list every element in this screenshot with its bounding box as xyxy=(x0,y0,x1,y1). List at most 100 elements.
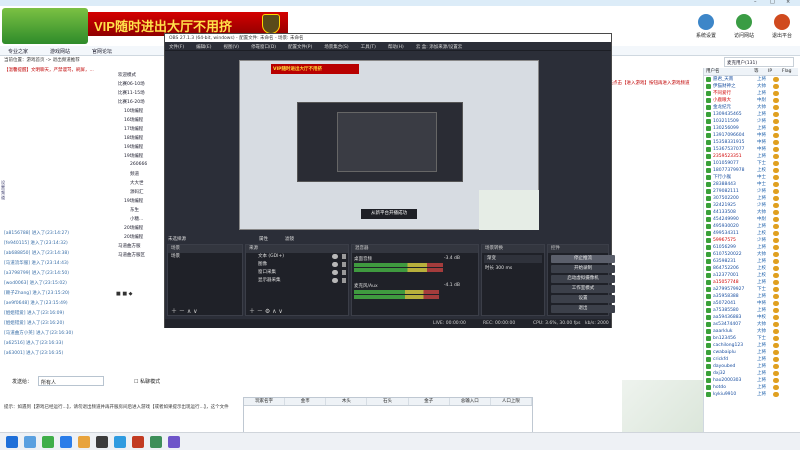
user-row[interactable]: 279082111 少将 xyxy=(704,188,798,195)
user-row[interactable]: bn123456 下士 xyxy=(704,335,798,342)
column-header[interactable]: 人口上限 xyxy=(491,398,532,405)
folder-icon[interactable] xyxy=(78,436,90,448)
tree-node[interactable]: 频道 xyxy=(130,171,139,177)
exit-platform-button[interactable]: 退出平台 xyxy=(768,14,796,39)
qq-icon[interactable] xyxy=(114,436,126,448)
user-row[interactable]: 1309435465 上将 xyxy=(704,111,798,118)
transition-select[interactable]: 渐变 xyxy=(484,255,542,263)
user-row[interactable]: 不同爱行 上将 xyxy=(704,90,798,97)
tree-node[interactable]: 17场编程 xyxy=(124,126,143,132)
windows-start-icon[interactable] xyxy=(6,436,18,448)
transition-duration[interactable]: 时长 300 ms xyxy=(482,265,544,273)
tree-node[interactable]: 源码汇 xyxy=(130,189,144,195)
menu-scene-collection[interactable]: 场景集合(S) xyxy=(324,44,348,50)
tree-node[interactable]: 马道曲方服 xyxy=(118,243,141,249)
tree-node[interactable]: 大大世 xyxy=(130,180,144,186)
column-header[interactable]: 金币 xyxy=(285,398,327,405)
source-item[interactable]: 窗口采集 xyxy=(246,269,348,277)
tree-node[interactable]: 18场编程 xyxy=(124,135,143,141)
user-row[interactable]: 864752206 上校 xyxy=(704,265,798,272)
user-row[interactable]: 101059077 下士 xyxy=(704,160,798,167)
visit-website-button[interactable]: 访问网站 xyxy=(730,14,758,39)
user-row[interactable]: 130256099 上将 xyxy=(704,125,798,132)
app-icon[interactable] xyxy=(150,436,162,448)
tree-node[interactable]: 16场编程 xyxy=(124,117,143,123)
mic-controls[interactable]: ■ ■ ◆ xyxy=(116,291,132,297)
tree-node[interactable]: 20场编程 xyxy=(124,225,143,231)
tree-node[interactable]: 欢迎模式 xyxy=(118,72,136,78)
user-row[interactable]: dxj32 上将 xyxy=(704,370,798,377)
lock-icon[interactable] xyxy=(342,278,346,283)
user-row[interactable]: 61056299 上将 xyxy=(704,244,798,251)
nav-item-games[interactable]: 游戏网站 xyxy=(50,48,70,55)
source-item[interactable]: 文本 (GDI+) xyxy=(246,253,348,261)
column-header[interactable]: 等 xyxy=(754,68,768,75)
obs-icon[interactable] xyxy=(96,436,108,448)
tree-node[interactable]: 比赛16-20场 xyxy=(118,99,145,105)
user-row[interactable]: 2359523351 上将 xyxy=(704,153,798,160)
close-icon[interactable]: × xyxy=(786,0,790,5)
task-view-icon[interactable] xyxy=(24,436,36,448)
user-row[interactable]: 103211509 少将 xyxy=(704,118,798,125)
tree-node[interactable]: 19场编程 xyxy=(124,198,143,204)
menu-view[interactable]: 视图(V) xyxy=(223,44,239,50)
system-settings-button[interactable]: 系统设置 xyxy=(692,14,720,39)
user-row[interactable]: 金龙纪元 大帅 xyxy=(704,104,798,111)
user-row[interactable]: 6107520022 大帅 xyxy=(704,251,798,258)
lock-icon[interactable] xyxy=(342,270,346,275)
user-row[interactable]: 伊猫财神之 大帅 xyxy=(704,83,798,90)
column-header[interactable]: 玩家名字 xyxy=(244,398,286,405)
menu-help[interactable]: 帮助(H) xyxy=(388,44,404,50)
studio-mode-button[interactable]: 工作室模式 xyxy=(551,285,615,293)
tab-mic-users[interactable]: 麦克用户(131) xyxy=(724,57,794,67)
user-row[interactable]: as53474407 大帅 xyxy=(704,321,798,328)
tree-node[interactable]: 260666 xyxy=(130,162,147,167)
wechat-icon[interactable] xyxy=(42,436,54,448)
user-row[interactable]: 28388443 中士 xyxy=(704,181,798,188)
stop-streaming-button[interactable]: 停止推流 xyxy=(551,255,615,263)
tree-node[interactable]: 20场编程 xyxy=(124,234,143,240)
column-header[interactable]: 木头 xyxy=(326,398,368,405)
eye-icon[interactable] xyxy=(332,262,338,267)
browser-icon[interactable] xyxy=(60,436,72,448)
nav-item-home[interactable]: 专业之家 xyxy=(8,48,28,55)
properties-button[interactable]: 属性 xyxy=(259,236,268,242)
minimize-icon[interactable]: – xyxy=(754,0,757,5)
tree-node[interactable]: 小糖... xyxy=(130,216,143,222)
user-row[interactable]: 454249990 中尉 xyxy=(704,216,798,223)
column-header[interactable]: 用户名 xyxy=(704,68,754,75)
tree-node[interactable]: 比赛11-15场 xyxy=(118,90,145,96)
user-row[interactable]: aa59436883 中校 xyxy=(704,314,798,321)
column-header[interactable]: 总输入口 xyxy=(450,398,491,405)
tree-node[interactable]: 比赛06-10场 xyxy=(118,81,145,87)
tree-node[interactable]: 东生 xyxy=(130,207,139,213)
user-row[interactable]: 307502200 上将 xyxy=(704,195,798,202)
app-icon[interactable] xyxy=(132,436,144,448)
lock-icon[interactable] xyxy=(342,254,346,259)
send-to-select[interactable]: 所有人 xyxy=(38,376,104,386)
user-row[interactable]: a15057748 上将 xyxy=(704,279,798,286)
obs-preview[interactable]: VIP随时进出大厅不用挤 从新平台开播成功 xyxy=(239,60,539,230)
user-row[interactable]: 15367537077 中将 xyxy=(704,146,798,153)
user-row[interactable]: 愿君_天南 上将 xyxy=(704,76,798,83)
user-row[interactable]: 44133508 大帅 xyxy=(704,209,798,216)
start-recording-button[interactable]: 开始录制 xyxy=(551,265,615,273)
column-header[interactable]: 金子 xyxy=(409,398,450,405)
user-row[interactable]: kykiu9910 上将 xyxy=(704,391,798,398)
user-row[interactable]: dayoubed 上将 xyxy=(704,363,798,370)
menu-cloud[interactable]: 云 盒: 添加来源/设置云 xyxy=(416,44,462,50)
menu-tools[interactable]: 工具(T) xyxy=(361,44,376,50)
maximize-icon[interactable]: □ xyxy=(770,0,775,5)
source-item[interactable]: 显示器采集 xyxy=(246,277,348,285)
user-row[interactable]: 32421925 少将 xyxy=(704,202,798,209)
lock-icon[interactable] xyxy=(342,262,346,267)
tree-node[interactable]: 19场编程 xyxy=(124,153,143,159)
user-row[interactable]: 499534311 上校 xyxy=(704,230,798,237)
eye-icon[interactable] xyxy=(332,270,338,275)
user-row[interactable]: cachilong123 上将 xyxy=(704,342,798,349)
filters-button[interactable]: 滤镜 xyxy=(285,236,294,242)
user-row[interactable]: 63598231 上将 xyxy=(704,258,798,265)
user-row[interactable]: a12377001 上校 xyxy=(704,272,798,279)
user-row[interactable]: a35958388 上将 xyxy=(704,293,798,300)
menu-docks[interactable]: 停靠窗口(D) xyxy=(251,44,276,50)
